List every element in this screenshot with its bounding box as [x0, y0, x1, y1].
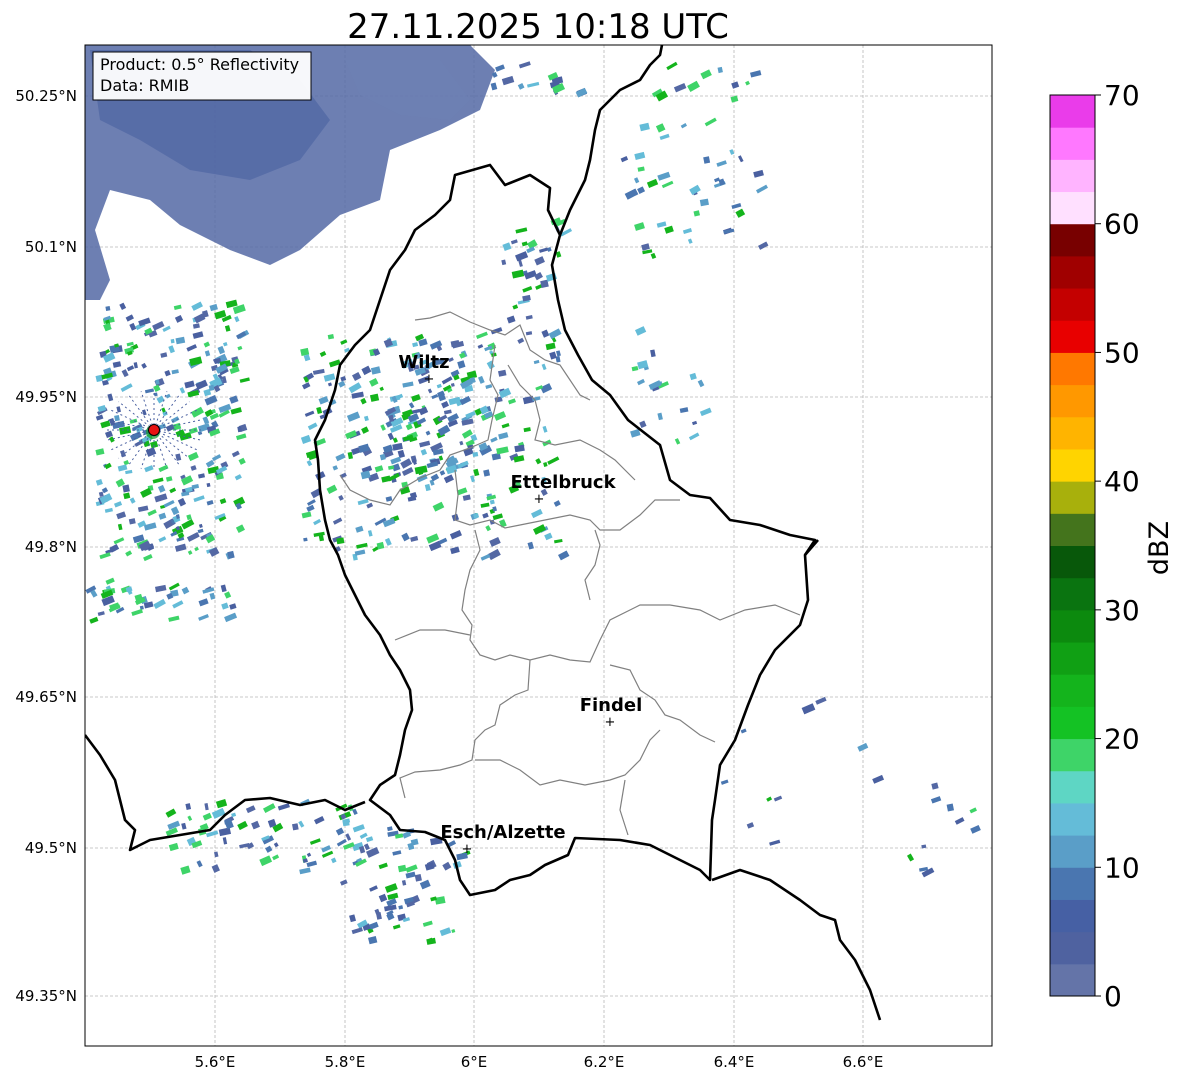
city-marker-esch-alzette: +: [462, 842, 473, 857]
colorbar-tick-label: 50: [1104, 336, 1140, 369]
colorbar-segment: [1050, 931, 1095, 965]
colorbar-tick-label: 10: [1104, 851, 1140, 884]
lat-tick-label: 50.25°N: [15, 87, 77, 105]
colorbar-segment: [1050, 352, 1095, 386]
lat-tick-label: 50.1°N: [25, 238, 77, 256]
colorbar-segment: [1050, 770, 1095, 804]
city-label-esch-alzette: Esch/Alzette: [440, 822, 565, 843]
colorbar-segment: [1050, 320, 1095, 353]
lat-tick-label: 49.8°N: [25, 538, 77, 556]
longitude-axis: 5.6°E 5.8°E 6°E 6.2°E 6.4°E 6.6°E: [195, 1053, 884, 1071]
lon-tick-label: 6.4°E: [714, 1053, 755, 1071]
lat-tick-label: 49.5°N: [25, 839, 77, 857]
colorbar-segment: [1050, 577, 1095, 611]
colorbar-segment: [1050, 159, 1095, 193]
colorbar-segment: [1050, 448, 1095, 482]
map-panel[interactable]: Wiltz + Ettelbruck + Findel + Esch/Alzet…: [84, 44, 993, 1047]
colorbar-tick-label: 0: [1104, 980, 1122, 1013]
colorbar-tick-label: 20: [1104, 723, 1140, 756]
colorbar-label: dBZ: [1144, 521, 1175, 575]
colorbar-segment: [1050, 95, 1095, 128]
colorbar-segment: [1050, 223, 1095, 257]
info-product: Product: 0.5° Reflectivity: [100, 55, 299, 74]
colorbar-segments: [1050, 95, 1095, 997]
colorbar-segment: [1050, 384, 1095, 418]
city-marker-ettelbruck: +: [534, 492, 545, 507]
city-marker-wiltz: +: [424, 372, 435, 387]
lat-tick-label: 49.95°N: [15, 388, 77, 406]
lat-tick-label: 49.35°N: [15, 987, 77, 1005]
colorbar-segment: [1050, 802, 1095, 836]
colorbar-segment: [1050, 288, 1095, 321]
colorbar-tick-label: 60: [1104, 208, 1140, 241]
colorbar-segment: [1050, 255, 1095, 289]
lat-tick-label: 49.65°N: [15, 688, 77, 706]
lon-tick-label: 5.6°E: [195, 1053, 236, 1071]
lon-tick-label: 6.2°E: [584, 1053, 625, 1071]
info-data-source: Data: RMIB: [100, 76, 189, 95]
colorbar-tick-label: 30: [1104, 594, 1140, 627]
colorbar-segment: [1050, 545, 1095, 579]
colorbar-tick-label: 40: [1104, 465, 1140, 498]
city-label-wiltz: Wiltz: [398, 352, 449, 373]
echo-cell: [170, 338, 175, 344]
map-title: 27.11.2025 10:18 UTC: [347, 7, 729, 47]
colorbar-ticks: 0 10 20 30 40 50 60 70: [1095, 79, 1140, 1013]
echo-cell: [703, 156, 711, 164]
echo-cell: [303, 537, 308, 542]
lon-tick-label: 6°E: [461, 1053, 488, 1071]
radar-site-marker: [148, 424, 160, 436]
radar-map-figure: 27.11.2025 10:18 UTC Wiltz + Ettelbruck …: [0, 0, 1184, 1081]
colorbar-segment: [1050, 191, 1095, 225]
echo-cell: [292, 823, 299, 831]
city-label-findel: Findel: [580, 695, 643, 716]
echo-cell: [122, 484, 130, 493]
radar-figure-svg: 27.11.2025 10:18 UTC Wiltz + Ettelbruck …: [15, 7, 1175, 1071]
colorbar-segment: [1050, 963, 1095, 997]
lon-tick-label: 5.8°E: [325, 1053, 366, 1071]
echo-cell: [105, 305, 111, 312]
echo-cell: [946, 803, 955, 812]
colorbar-segment: [1050, 867, 1095, 900]
lon-tick-label: 6.6°E: [843, 1053, 884, 1071]
echo-cell: [472, 451, 479, 458]
colorbar-segment: [1050, 609, 1095, 643]
colorbar-segment: [1050, 738, 1095, 772]
colorbar-segment: [1050, 899, 1095, 933]
colorbar: 0 10 20 30 40 50 60 70 dBZ: [1049, 79, 1175, 1013]
colorbar-segment: [1050, 481, 1095, 514]
colorbar-segment: [1050, 416, 1095, 450]
echo-cell: [208, 384, 215, 391]
colorbar-tick-label: 70: [1104, 79, 1140, 112]
latitude-axis: 50.25°N 50.1°N 49.95°N 49.8°N 49.65°N 49…: [15, 87, 77, 1005]
colorbar-segment: [1050, 835, 1095, 868]
colorbar-segment: [1050, 674, 1095, 707]
colorbar-segment: [1050, 513, 1095, 546]
colorbar-segment: [1050, 706, 1095, 740]
colorbar-segment: [1050, 642, 1095, 675]
colorbar-segment: [1050, 127, 1095, 160]
city-marker-findel: +: [605, 715, 616, 730]
city-label-ettelbruck: Ettelbruck: [510, 472, 616, 493]
info-box: Product: 0.5° Reflectivity Data: RMIB: [92, 51, 312, 101]
